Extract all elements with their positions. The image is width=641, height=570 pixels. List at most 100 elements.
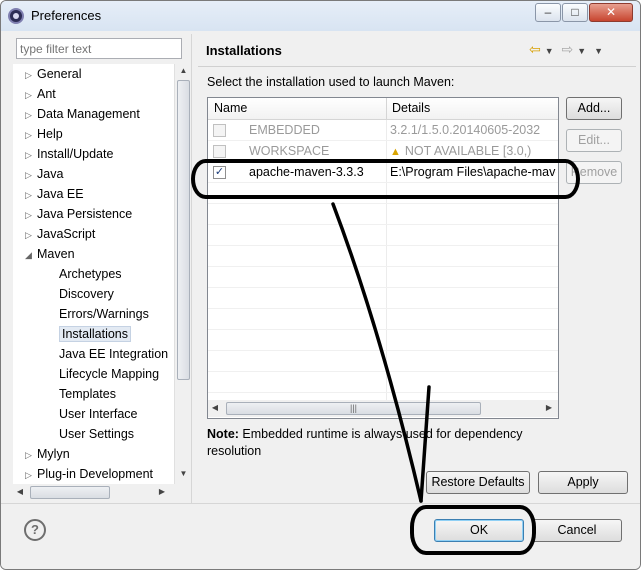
pane-splitter[interactable] bbox=[191, 34, 192, 504]
tree-item-label: Installations bbox=[59, 326, 132, 342]
window-title: Preferences bbox=[31, 8, 102, 23]
ok-button[interactable]: OK bbox=[434, 519, 524, 542]
tree-item[interactable]: Lifecycle Mapping bbox=[59, 365, 159, 383]
instruction-label: Select the installation used to launch M… bbox=[207, 75, 455, 89]
tree-vertical-scrollbar[interactable]: ▲ ▼ bbox=[174, 64, 191, 484]
forward-arrow-icon[interactable]: ⇨ bbox=[562, 41, 574, 58]
empty-table-row bbox=[208, 246, 558, 267]
installation-name: EMBEDDED bbox=[249, 123, 320, 137]
minimize-button[interactable]: – bbox=[535, 3, 561, 22]
empty-table-row bbox=[208, 225, 558, 246]
scrollbar-thumb[interactable] bbox=[177, 80, 190, 380]
warning-icon: ▲ bbox=[390, 146, 401, 158]
restore-defaults-button[interactable]: Restore Defaults bbox=[426, 471, 530, 494]
tree-item-label: Ant bbox=[37, 87, 56, 101]
preferences-tree: ▷ General ▷ Ant ▷ Data Management ▷ Help ▷ Instal… bbox=[13, 64, 181, 484]
tree-item-label: User Interface bbox=[59, 407, 138, 421]
expanded-arrow-icon[interactable]: ◢ bbox=[25, 246, 37, 264]
close-button[interactable]: ✕ bbox=[589, 3, 633, 22]
tree-item[interactable]: Archetypes bbox=[59, 265, 122, 283]
tree-item-label: Templates bbox=[59, 387, 116, 401]
tree-item[interactable]: ▷ Help bbox=[25, 125, 63, 143]
table-row[interactable]: ✓ apache-maven-3.3.3 E:\Program Files\apac… bbox=[208, 162, 558, 183]
row-checkbox[interactable] bbox=[213, 145, 226, 158]
view-menu-chevron-down-icon[interactable]: ▼ bbox=[594, 46, 603, 56]
collapsed-arrow-icon[interactable]: ▷ bbox=[25, 186, 37, 204]
row-checkbox[interactable] bbox=[213, 124, 226, 137]
tree-item[interactable]: ▷ Mylyn bbox=[25, 445, 70, 463]
help-icon[interactable]: ? bbox=[24, 519, 46, 541]
scrollbar-thumb[interactable] bbox=[30, 486, 110, 499]
tree-item-label: User Settings bbox=[59, 427, 135, 441]
table-horizontal-scrollbar[interactable]: ◀ ||| ▶ bbox=[208, 400, 558, 417]
tree-item[interactable]: ◢ Maven bbox=[25, 245, 75, 263]
tree-item[interactable]: ▷ Ant bbox=[25, 85, 56, 103]
maximize-button[interactable]: □ bbox=[562, 3, 588, 22]
filter-input[interactable] bbox=[16, 38, 182, 59]
preferences-window: Preferences – □ ✕ ▷General▷Ant▷Data Mana… bbox=[0, 0, 641, 570]
tree-item[interactable]: ▷ General bbox=[25, 65, 81, 83]
collapsed-arrow-icon[interactable]: ▷ bbox=[25, 126, 37, 144]
collapsed-arrow-icon[interactable]: ▷ bbox=[25, 66, 37, 84]
back-arrow-icon[interactable]: ⇦ bbox=[529, 41, 541, 58]
empty-table-row bbox=[208, 351, 558, 372]
scroll-right-arrow-icon[interactable]: ▶ bbox=[155, 487, 169, 496]
collapsed-arrow-icon[interactable]: ▷ bbox=[25, 226, 37, 244]
collapsed-arrow-icon[interactable]: ▷ bbox=[25, 86, 37, 104]
tree-horizontal-scrollbar[interactable]: ◀ ▶ bbox=[13, 484, 174, 501]
column-header-name[interactable]: Name bbox=[214, 101, 247, 115]
edit-button[interactable]: Edit... bbox=[566, 129, 622, 152]
empty-table-row bbox=[208, 309, 558, 330]
collapsed-arrow-icon[interactable]: ▷ bbox=[25, 166, 37, 184]
installation-details: E:\Program Files\apache-maven-3.3.3 bbox=[390, 165, 556, 179]
tree-item-label: Java EE Integration bbox=[59, 347, 169, 361]
table-row[interactable]: WORKSPACE ▲ NOT AVAILABLE [3.0,) bbox=[208, 141, 558, 162]
tree-item[interactable]: ▷ Data Management bbox=[25, 105, 140, 123]
scroll-down-arrow-icon[interactable]: ▼ bbox=[175, 469, 192, 478]
scroll-up-arrow-icon[interactable]: ▲ bbox=[175, 66, 192, 75]
tree-item-label: Archetypes bbox=[59, 267, 122, 281]
row-checkbox[interactable]: ✓ bbox=[213, 166, 226, 179]
note-body: Embedded runtime is always used for depe… bbox=[207, 427, 523, 458]
apply-button[interactable]: Apply bbox=[538, 471, 628, 494]
scroll-right-arrow-icon[interactable]: ▶ bbox=[542, 403, 556, 412]
back-menu-chevron-down-icon[interactable]: ▼ bbox=[545, 46, 554, 56]
scrollbar-thumb[interactable]: ||| bbox=[226, 402, 481, 415]
installation-details: 3.2.1/1.5.0.20140605-2032 bbox=[390, 123, 556, 137]
column-divider[interactable] bbox=[386, 98, 387, 120]
collapsed-arrow-icon[interactable]: ▷ bbox=[25, 146, 37, 164]
remove-button[interactable]: Remove bbox=[566, 161, 622, 184]
forward-menu-chevron-down-icon[interactable]: ▼ bbox=[577, 46, 586, 56]
scroll-left-arrow-icon[interactable]: ◀ bbox=[13, 487, 27, 496]
empty-table-row bbox=[208, 183, 558, 204]
tree-item[interactable]: Templates bbox=[59, 385, 116, 403]
tree-item[interactable]: ▷ Java EE bbox=[25, 185, 84, 203]
page-navigation: ⇦ ▼ ⇨ ▼ ▼ bbox=[529, 41, 607, 58]
scroll-left-arrow-icon[interactable]: ◀ bbox=[208, 403, 222, 412]
tree-item[interactable]: ▷ Install/Update bbox=[25, 145, 113, 163]
collapsed-arrow-icon[interactable]: ▷ bbox=[25, 206, 37, 224]
tree-item[interactable]: ▷ JavaScript bbox=[25, 225, 95, 243]
tree-item-label: Lifecycle Mapping bbox=[59, 367, 160, 381]
tree-item[interactable]: Errors/Warnings bbox=[59, 305, 149, 323]
heading-divider bbox=[198, 66, 636, 67]
tree-item[interactable]: ▷ Java bbox=[25, 165, 63, 183]
cancel-button[interactable]: Cancel bbox=[532, 519, 622, 542]
collapsed-arrow-icon[interactable]: ▷ bbox=[25, 106, 37, 124]
column-header-details[interactable]: Details bbox=[392, 101, 430, 115]
table-row[interactable]: EMBEDDED 3.2.1/1.5.0.20140605-2032 bbox=[208, 120, 558, 141]
tree-item[interactable]: Discovery bbox=[59, 285, 114, 303]
tree-item[interactable]: Java EE Integration bbox=[59, 345, 168, 363]
details-text: NOT AVAILABLE [3.0,) bbox=[404, 144, 532, 158]
collapsed-arrow-icon[interactable]: ▷ bbox=[25, 466, 37, 484]
collapsed-arrow-icon[interactable]: ▷ bbox=[25, 446, 37, 464]
add-button[interactable]: Add... bbox=[566, 97, 622, 120]
tree-item[interactable]: ▷ Java Persistence bbox=[25, 205, 132, 223]
empty-table-row bbox=[208, 267, 558, 288]
tree-item[interactable]: User Interface bbox=[59, 405, 138, 423]
empty-table-row bbox=[208, 288, 558, 309]
tree-item[interactable]: User Settings bbox=[59, 425, 134, 443]
tree-item[interactable]: Installations bbox=[59, 325, 132, 343]
tree-item-label: Install/Update bbox=[37, 147, 114, 161]
tree-item[interactable]: ▷ Plug-in Development bbox=[25, 465, 153, 483]
